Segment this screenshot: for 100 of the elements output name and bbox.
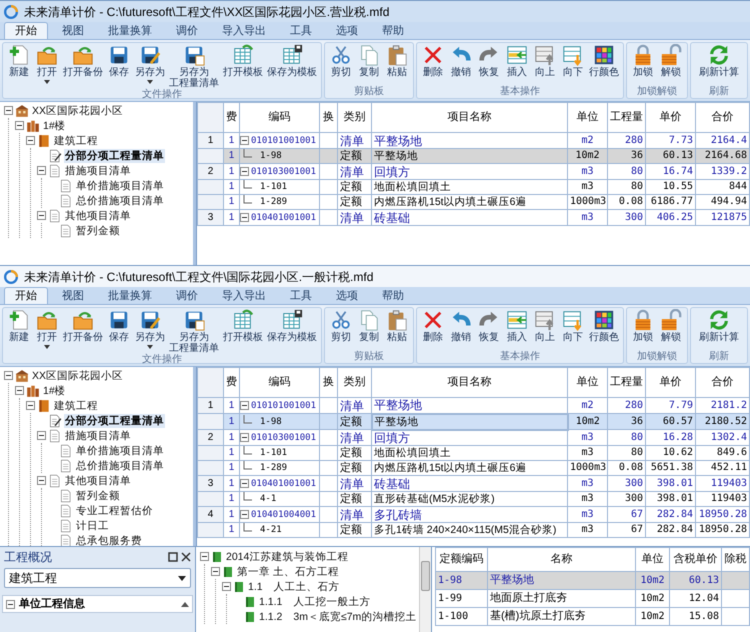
ribbon-button[interactable]: 剪切 bbox=[328, 44, 354, 78]
table-row[interactable]: 1 1-98 定额 平整场地 10m2 36 60.57 2180.52 bbox=[198, 414, 750, 430]
ribbon-tab[interactable]: 开始 bbox=[4, 22, 48, 39]
ribbon-button[interactable]: 粘贴 bbox=[384, 44, 410, 78]
ribbon-tab[interactable]: 帮助 bbox=[372, 22, 414, 39]
tree-item[interactable]: 总承包服务费 bbox=[75, 534, 143, 546]
collapse-icon[interactable] bbox=[37, 476, 46, 485]
collapse-icon[interactable] bbox=[240, 213, 249, 222]
ribbon-button[interactable]: 解锁 bbox=[658, 44, 684, 78]
tree-item[interactable]: 1.1.2 3m＜底宽≤7m的沟槽挖土 bbox=[258, 610, 418, 624]
ribbon-button[interactable]: 打开备份 bbox=[62, 309, 104, 343]
table-row[interactable]: 1 4-21 定额 多孔1砖墙 240×240×115(M5混合砂浆) m3 67 282.84 18950.28 bbox=[198, 522, 750, 538]
ribbon-tab[interactable]: 帮助 bbox=[372, 287, 414, 304]
tree-item[interactable]: XX区国际花园小区 bbox=[31, 368, 124, 382]
ribbon-tab[interactable]: 视图 bbox=[52, 287, 94, 304]
ribbon-button[interactable]: 删除 bbox=[420, 44, 446, 78]
tree-item[interactable]: 措施项目清单 bbox=[64, 164, 132, 178]
ribbon-button[interactable]: 向上 bbox=[532, 44, 558, 78]
collapse-icon[interactable] bbox=[15, 386, 24, 395]
collapse-icon[interactable] bbox=[4, 106, 13, 115]
collapse-icon[interactable] bbox=[240, 510, 249, 519]
tree-item[interactable]: 计日工 bbox=[75, 518, 110, 532]
collapse-icon[interactable] bbox=[240, 433, 249, 442]
ribbon-tab[interactable]: 调价 bbox=[166, 287, 208, 304]
collapse-icon[interactable] bbox=[240, 167, 249, 176]
ribbon-button[interactable]: 剪切 bbox=[328, 309, 354, 343]
ribbon-button[interactable]: 另存为 bbox=[134, 44, 166, 84]
ribbon-button[interactable]: 恢复 bbox=[476, 44, 502, 78]
ribbon-button[interactable]: 行颜色 bbox=[588, 44, 620, 78]
table-row[interactable]: 2 1 010103001001 清单 回填方 m3 80 16.28 1302.4 bbox=[198, 430, 750, 446]
dropdown-field[interactable]: 建筑工程 bbox=[4, 568, 191, 588]
collapse-icon[interactable] bbox=[240, 401, 249, 410]
collapse-icon[interactable] bbox=[6, 600, 15, 608]
table-row[interactable]: 1-100 基(槽)坑原土打底夯 10m2 15.08 bbox=[436, 608, 750, 626]
table-row[interactable]: 1 1-101 定额 地面松填回填土 m3 80 10.62 849.6 bbox=[198, 446, 750, 460]
ribbon-button[interactable]: 删除 bbox=[420, 309, 446, 343]
ribbon-button[interactable]: 另存为 工程量清单 bbox=[168, 309, 220, 354]
collapse-icon[interactable] bbox=[4, 371, 13, 380]
table-row[interactable]: 1-98 平整场地 10m2 60.13 bbox=[436, 572, 750, 590]
ribbon-button[interactable]: 保存 bbox=[106, 44, 132, 78]
tree-item[interactable]: 其他项目清单 bbox=[64, 208, 132, 222]
ribbon-button[interactable]: 另存为 bbox=[134, 309, 166, 349]
ribbon-button[interactable]: 加锁 bbox=[630, 44, 656, 78]
ribbon-button[interactable]: 新建 bbox=[6, 44, 32, 78]
tree-item[interactable]: 分部分项工程量清单 bbox=[64, 148, 165, 162]
ribbon-tab[interactable]: 工具 bbox=[280, 287, 322, 304]
ribbon-tab[interactable]: 调价 bbox=[166, 22, 208, 39]
ribbon-button[interactable]: 刷新计算 bbox=[698, 309, 740, 343]
collapse-icon[interactable] bbox=[37, 431, 46, 440]
table-row[interactable]: 3 1 010401001001 清单 砖基础 m3 300 406.25 121875 bbox=[198, 210, 750, 226]
ribbon-tab[interactable]: 批量换算 bbox=[98, 22, 162, 39]
tree-item[interactable]: 建筑工程 bbox=[53, 134, 99, 148]
collapse-icon[interactable] bbox=[37, 166, 46, 175]
ribbon-button[interactable]: 保存为模板 bbox=[266, 44, 318, 78]
tree-item[interactable]: 单价措施项目清单 bbox=[75, 444, 165, 458]
tree-item[interactable]: 暂列金额 bbox=[75, 224, 121, 238]
table-row[interactable]: 1 1-289 定额 内燃压路机15t以内填土碾压6遍 1000m3 0.08 6186.77 494.94 bbox=[198, 194, 750, 210]
ribbon-tab[interactable]: 选项 bbox=[326, 287, 368, 304]
ribbon-tab[interactable]: 开始 bbox=[4, 287, 48, 304]
ribbon-button[interactable]: 打开 bbox=[34, 44, 60, 84]
tree-item[interactable]: 单价措施项目清单 bbox=[75, 178, 165, 192]
ribbon-button[interactable]: 刷新计算 bbox=[698, 44, 740, 78]
ribbon-button[interactable]: 恢复 bbox=[476, 309, 502, 343]
collapse-icon[interactable] bbox=[26, 136, 35, 145]
tree-item[interactable]: 专业工程暂估价 bbox=[75, 504, 154, 518]
ribbon-button[interactable]: 撤销 bbox=[448, 309, 474, 343]
table-row[interactable]: 1 1-289 定额 内燃压路机15t以内填土碾压6遍 1000m3 0.08 5651.38 452.11 bbox=[198, 460, 750, 476]
table-row[interactable]: 1 1-98 定额 平整场地 10m2 36 60.13 2164.68 bbox=[198, 148, 750, 164]
tree-item[interactable]: 1.1 人工土、石方 bbox=[247, 580, 341, 594]
tree-item[interactable]: 措施项目清单 bbox=[64, 428, 132, 442]
table-row[interactable]: 1 1 010101001001 清单 平整场地 m2 280 7.73 2164.4 bbox=[198, 132, 750, 148]
ribbon-button[interactable]: 粘贴 bbox=[384, 309, 410, 343]
ribbon-button[interactable]: 撤销 bbox=[448, 44, 474, 78]
table-row[interactable]: 2 1 010103001001 清单 回填方 m3 80 16.74 1339.2 bbox=[198, 164, 750, 180]
ribbon-tab[interactable]: 批量换算 bbox=[98, 287, 162, 304]
tree-item[interactable]: 1.1.1 人工挖一般土方 bbox=[258, 594, 372, 608]
tree-item[interactable]: 总价措施项目清单 bbox=[75, 194, 165, 208]
tree-item[interactable]: 2014江苏建筑与装饰工程 bbox=[225, 550, 350, 564]
ribbon-button[interactable]: 保存为模板 bbox=[266, 309, 318, 343]
ribbon-button[interactable]: 行颜色 bbox=[588, 309, 620, 343]
ribbon-button[interactable]: 另存为 工程量清单 bbox=[168, 44, 220, 89]
ribbon-button[interactable]: 插入 bbox=[504, 44, 530, 78]
tree-item[interactable]: 1#楼 bbox=[42, 118, 67, 132]
tree-item[interactable]: 第一章 土、石方工程 bbox=[236, 564, 340, 578]
collapse-icon[interactable] bbox=[26, 401, 35, 410]
ribbon-button[interactable]: 插入 bbox=[504, 309, 530, 343]
ribbon-tab[interactable]: 选项 bbox=[326, 22, 368, 39]
ribbon-tab[interactable]: 导入导出 bbox=[212, 22, 276, 39]
collapse-icon[interactable] bbox=[240, 136, 249, 145]
ribbon-button[interactable]: 打开 bbox=[34, 309, 60, 349]
collapse-icon[interactable] bbox=[211, 567, 220, 576]
tree-item[interactable]: 其他项目清单 bbox=[64, 474, 132, 488]
tree-item[interactable]: 建筑工程 bbox=[53, 398, 99, 412]
ribbon-tab[interactable]: 导入导出 bbox=[212, 287, 276, 304]
table-row[interactable]: 1-99 地面原土打底夯 10m2 12.04 bbox=[436, 590, 750, 608]
table-row[interactable]: 1 1-101 定额 地面松填回填土 m3 80 10.55 844 bbox=[198, 180, 750, 194]
ribbon-button[interactable]: 向下 bbox=[560, 309, 586, 343]
window-icon[interactable] bbox=[168, 552, 178, 562]
collapse-icon[interactable] bbox=[37, 211, 46, 220]
ribbon-button[interactable]: 复制 bbox=[356, 44, 382, 78]
